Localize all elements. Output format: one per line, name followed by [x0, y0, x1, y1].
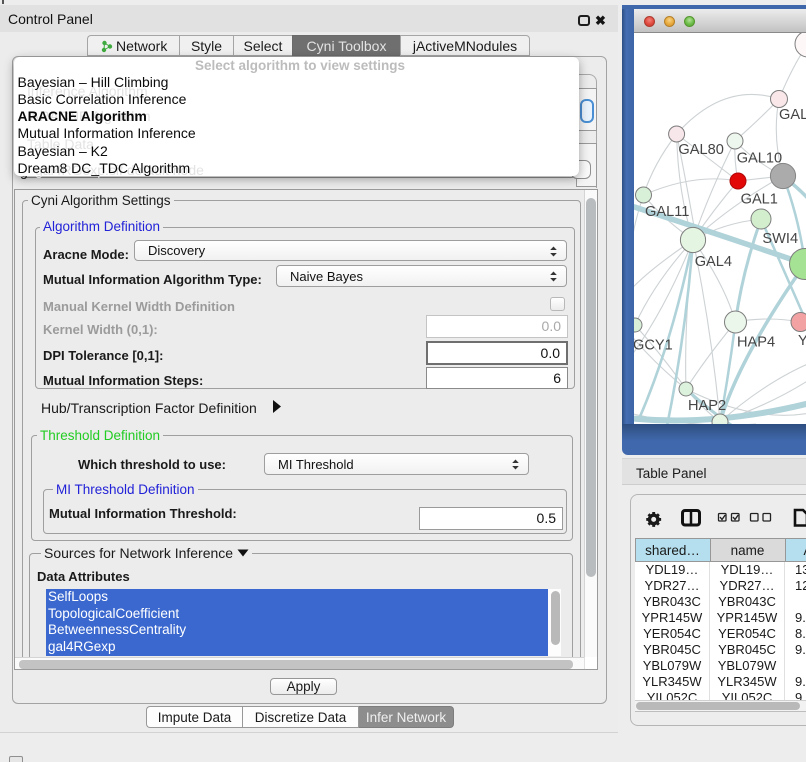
svg-text:GCY1: GCY1 — [634, 338, 673, 354]
svg-text:HAP2: HAP2 — [688, 398, 726, 414]
svg-text:SWI4: SWI4 — [762, 231, 798, 247]
svg-text:GAL1: GAL1 — [741, 192, 778, 208]
svg-text:GAL7: GAL7 — [779, 107, 806, 123]
svg-text:GAL11: GAL11 — [645, 204, 689, 220]
svg-text:HAP4: HAP4 — [737, 335, 775, 351]
svg-text:GAL4: GAL4 — [695, 254, 732, 270]
svg-text:GAL80: GAL80 — [678, 142, 723, 158]
svg-text:YKL: YKL — [798, 333, 806, 349]
svg-text:GAL10: GAL10 — [737, 151, 782, 167]
